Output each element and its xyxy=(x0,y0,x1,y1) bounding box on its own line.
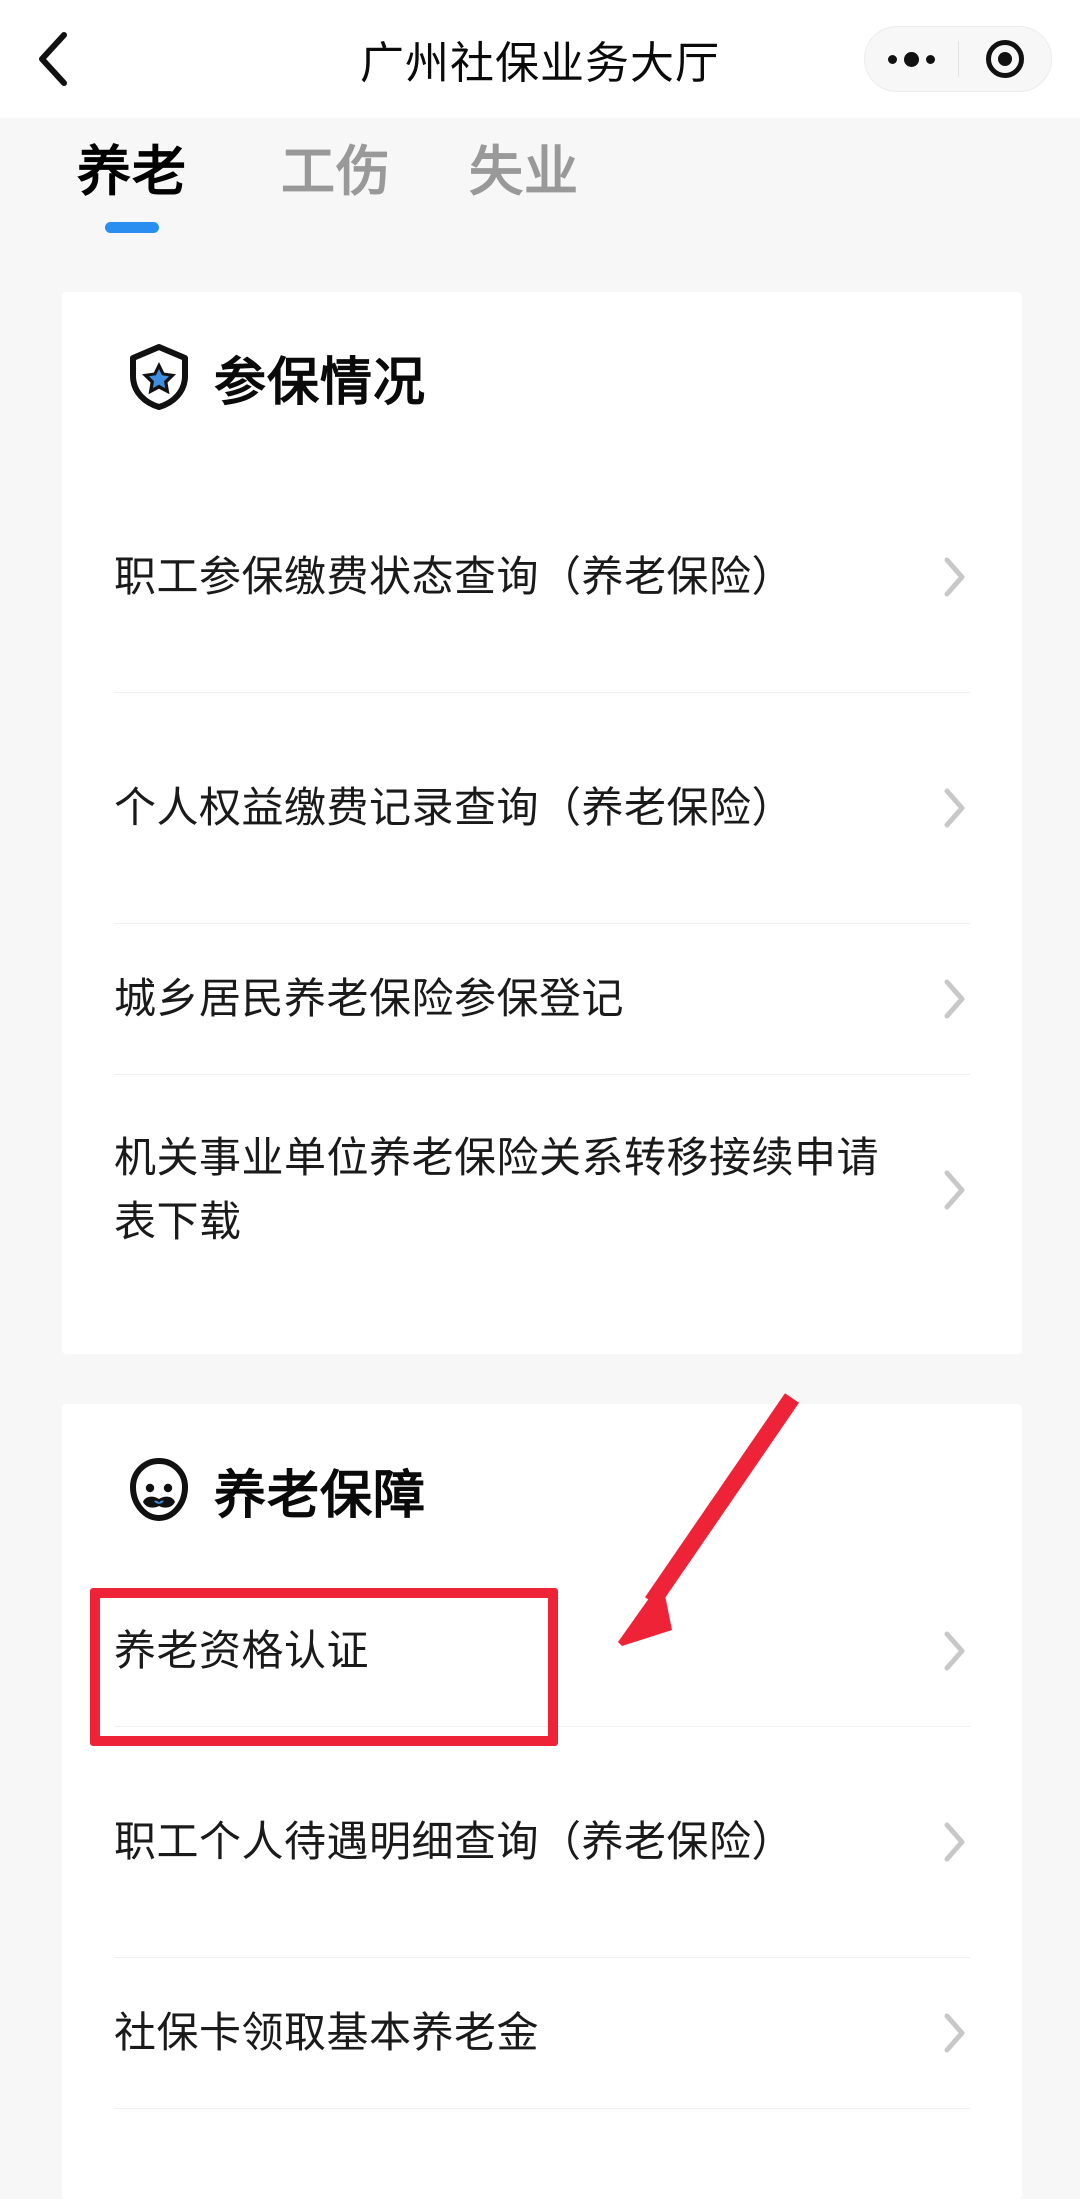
tab-work-injury[interactable]: 工伤 xyxy=(256,118,416,268)
tab-active-indicator xyxy=(105,222,159,233)
ellipsis-icon xyxy=(887,51,935,67)
list-item[interactable]: 机关事业单位养老保险关系转移接续申请表下载 xyxy=(62,1075,1022,1305)
tab-label: 养老 xyxy=(77,142,187,202)
section-card-pension-benefits: 养老保障 养老资格认证 职工个人待遇明细查询（养老保险） 社保卡领取基本养老金 xyxy=(62,1404,1022,2199)
shield-star-icon xyxy=(126,344,192,410)
list-item-label: 城乡居民养老保险参保登记 xyxy=(114,975,625,1022)
list-item[interactable]: 城乡居民养老保险参保登记 xyxy=(62,924,1022,1074)
close-miniprogram-button[interactable] xyxy=(959,27,1052,91)
list-item-pension-qualification[interactable]: 养老资格认证 xyxy=(62,1576,1022,1726)
chevron-right-icon xyxy=(944,979,966,1019)
chevron-right-icon xyxy=(944,557,966,597)
tab-unemployment[interactable]: 失业 xyxy=(444,118,604,268)
more-menu-button[interactable] xyxy=(865,27,958,91)
tab-bar: 养老 工伤 失业 xyxy=(0,118,1080,268)
chevron-right-icon xyxy=(944,788,966,828)
list-item[interactable]: 职工参保缴费状态查询（养老保险） xyxy=(62,462,1022,692)
list-item-label: 机关事业单位养老保险关系转移接续申请表下载 xyxy=(114,1134,880,1245)
chevron-right-icon xyxy=(944,2013,966,2053)
list-item[interactable]: 社保卡领取基本养老金 xyxy=(62,1958,1022,2108)
list-item[interactable]: 职工个人待遇明细查询（养老保险） xyxy=(62,1727,1022,1957)
chevron-right-icon xyxy=(944,1631,966,1671)
tab-label: 失业 xyxy=(469,142,579,202)
list-item-label: 职工个人待遇明细查询（养老保险） xyxy=(114,1818,795,1865)
list-item-label: 养老资格认证 xyxy=(114,1627,370,1674)
list-divider xyxy=(114,2108,970,2109)
section-title: 养老保障 xyxy=(214,1466,427,1525)
elderly-face-icon xyxy=(126,1457,192,1523)
section-header: 养老保障 xyxy=(62,1404,1022,1576)
list-item-label: 个人权益缴费记录查询（养老保险） xyxy=(114,784,795,831)
section-header: 参保情况 xyxy=(62,292,1022,462)
tab-label: 工伤 xyxy=(281,142,391,202)
section-card-insurance-status: 参保情况 职工参保缴费状态查询（养老保险） 个人权益缴费记录查询（养老保险） 城… xyxy=(62,292,1022,1354)
miniprogram-capsule xyxy=(864,26,1052,92)
app-root: 广州社保业务大厅 养老 工伤 失业 参保情况 职工参保缴费状态查询（养老保险） … xyxy=(0,0,1080,2199)
navigation-bar: 广州社保业务大厅 xyxy=(0,0,1080,118)
chevron-right-icon xyxy=(944,1170,966,1210)
chevron-right-icon xyxy=(944,1822,966,1862)
list-item[interactable]: 个人权益缴费记录查询（养老保险） xyxy=(62,693,1022,923)
section-title: 参保情况 xyxy=(214,353,427,412)
target-circle-icon xyxy=(985,40,1024,78)
list-item-label: 职工参保缴费状态查询（养老保险） xyxy=(114,553,795,600)
tab-pension[interactable]: 养老 xyxy=(52,118,212,268)
list-item-label: 社保卡领取基本养老金 xyxy=(114,2009,540,2056)
